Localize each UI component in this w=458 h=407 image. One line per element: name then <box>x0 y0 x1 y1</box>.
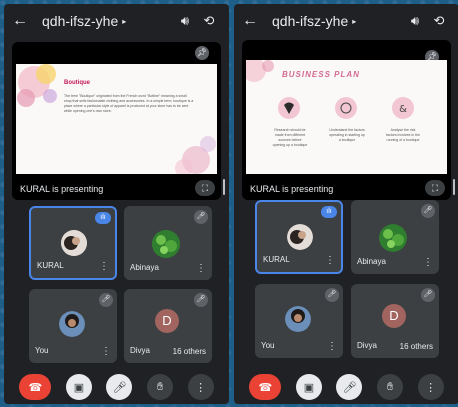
speaking-indicator-icon: ılı <box>321 206 337 218</box>
pin-icon[interactable]: 📌︎ <box>195 46 209 60</box>
top-bar: ← qdh-ifsz-yhe ▸ 🔊︎ ⟲ <box>4 4 229 38</box>
participant-tile-you[interactable]: 🎤︎ You ⋮ <box>29 289 117 363</box>
participant-name: You <box>261 341 275 350</box>
participant-tile-kural[interactable]: ılı KURAL ⋮ <box>29 206 117 280</box>
scrollbar[interactable] <box>453 179 455 195</box>
participant-name: Divya <box>357 341 378 350</box>
speaker-icon[interactable]: 🔊︎ <box>173 13 197 29</box>
mic-off-icon: 🎤︎ <box>421 204 435 218</box>
slide-business-plan: & BUSINESS PLAN Research should be made … <box>246 60 447 174</box>
avatar <box>287 224 313 250</box>
raise-hand-icon[interactable]: ✋︎ <box>377 374 404 400</box>
slide-item-text: Understand the factors operating in star… <box>329 128 365 142</box>
participant-name: Abinaya <box>357 257 386 266</box>
slide-title: BUSINESS PLAN <box>282 70 360 79</box>
participant-tile-divya[interactable]: 🎤︎ D Divya 16 others <box>351 284 439 358</box>
avatar <box>285 306 311 332</box>
avatar-initial: D <box>162 313 172 328</box>
participant-name: KURAL <box>263 255 290 264</box>
slide-decoration <box>17 64 216 174</box>
slide-item-text: Research should be made from different s… <box>272 128 308 147</box>
more-options-icon[interactable]: ⋮ <box>417 374 444 400</box>
more-options-icon[interactable]: ⋮ <box>99 261 109 272</box>
speaking-indicator-icon: ılı <box>95 212 111 224</box>
participant-name: You <box>35 346 49 355</box>
avatar: D <box>155 309 179 333</box>
mic-off-icon[interactable]: 🎤︎ <box>336 374 363 400</box>
mic-off-icon: 🎤︎ <box>99 293 113 307</box>
fullscreen-icon[interactable]: ⛶ <box>425 180 445 196</box>
avatar <box>152 230 180 258</box>
mic-off-icon: 🎤︎ <box>194 210 208 224</box>
participant-name: KURAL <box>37 261 64 270</box>
camera-off-icon[interactable]: ▣ <box>295 374 322 400</box>
speaker-icon[interactable]: 🔊︎ <box>403 13 427 29</box>
fullscreen-icon[interactable]: ⛶ <box>195 180 215 196</box>
raise-hand-icon[interactable]: ✋︎ <box>147 374 174 400</box>
meeting-code: qdh-ifsz-yhe <box>272 13 349 29</box>
mic-off-icon: 🎤︎ <box>325 288 339 302</box>
presentation-area[interactable]: 📌︎ Boutique The term "Boutique" originat… <box>12 42 221 200</box>
presenter-label: KURAL is presenting <box>250 184 334 194</box>
call-controls: ☎ ▣ 🎤︎ ✋︎ ⋮ <box>4 370 229 404</box>
slide-item-text: Analyse the risk factors involved in the… <box>386 128 420 142</box>
more-options-icon[interactable]: ⋮ <box>196 263 206 274</box>
more-options-icon[interactable]: ⋮ <box>101 346 111 357</box>
switch-camera-icon[interactable]: ⟲ <box>427 13 451 29</box>
svg-text:&: & <box>399 104 407 115</box>
avatar: D <box>382 304 406 328</box>
avatar <box>379 224 407 252</box>
more-options-icon[interactable]: ⋮ <box>423 257 433 268</box>
meet-screen-left: ← qdh-ifsz-yhe ▸ 🔊︎ ⟲ 📌︎ Boutique The te… <box>4 4 229 404</box>
presentation-area[interactable]: 📌︎ & BUSINESS PLAN Research should be ma… <box>242 40 451 200</box>
meeting-title[interactable]: qdh-ifsz-yhe ▸ <box>260 13 403 29</box>
more-options-icon[interactable]: ⋮ <box>187 374 214 400</box>
caret-right-icon: ▸ <box>352 16 357 26</box>
call-controls: ☎ ▣ 🎤︎ ✋︎ ⋮ <box>234 370 458 404</box>
slide-title: Boutique <box>64 80 90 86</box>
participant-name: Divya <box>130 346 151 355</box>
meet-screen-right: ← qdh-ifsz-yhe ▸ 🔊︎ ⟲ 📌︎ & BUSINESS PLAN… <box>234 4 458 404</box>
participant-name: Abinaya <box>130 263 159 272</box>
avatar <box>59 311 85 337</box>
end-call-icon[interactable]: ☎ <box>19 374 52 400</box>
back-arrow-icon[interactable]: ← <box>242 12 260 30</box>
participant-tile-abinaya[interactable]: 🎤︎ Abinaya ⋮ <box>124 206 212 280</box>
back-arrow-icon[interactable]: ← <box>12 12 30 30</box>
mic-off-icon: 🎤︎ <box>194 293 208 307</box>
camera-off-icon[interactable]: ▣ <box>65 374 92 400</box>
others-count[interactable]: 16 others <box>173 347 206 356</box>
scrollbar[interactable] <box>223 179 225 195</box>
meeting-title[interactable]: qdh-ifsz-yhe ▸ <box>30 13 173 29</box>
switch-camera-icon[interactable]: ⟲ <box>197 13 221 29</box>
mic-off-icon[interactable]: 🎤︎ <box>106 374 133 400</box>
top-bar: ← qdh-ifsz-yhe ▸ 🔊︎ ⟲ <box>234 4 458 38</box>
others-count[interactable]: 16 others <box>400 342 433 351</box>
participant-tile-you[interactable]: 🎤︎ You ⋮ <box>255 284 343 358</box>
more-options-icon[interactable]: ⋮ <box>327 341 337 352</box>
avatar <box>61 230 87 256</box>
slide-boutique: Boutique The term "Boutique" originated … <box>16 64 217 174</box>
presenter-label: KURAL is presenting <box>20 184 104 194</box>
participant-tile-abinaya[interactable]: 🎤︎ Abinaya ⋮ <box>351 200 439 274</box>
end-call-icon[interactable]: ☎ <box>249 374 282 400</box>
participant-tile-divya[interactable]: 🎤︎ D Divya 16 others <box>124 289 212 363</box>
participant-tile-kural[interactable]: ılı KURAL ⋮ <box>255 200 343 274</box>
caret-right-icon: ▸ <box>122 16 127 26</box>
meeting-code: qdh-ifsz-yhe <box>42 13 119 29</box>
slide-body: The term "Boutique" originated from the … <box>64 94 194 113</box>
mic-off-icon: 🎤︎ <box>421 288 435 302</box>
more-options-icon[interactable]: ⋮ <box>325 255 335 266</box>
avatar-initial: D <box>389 308 399 323</box>
